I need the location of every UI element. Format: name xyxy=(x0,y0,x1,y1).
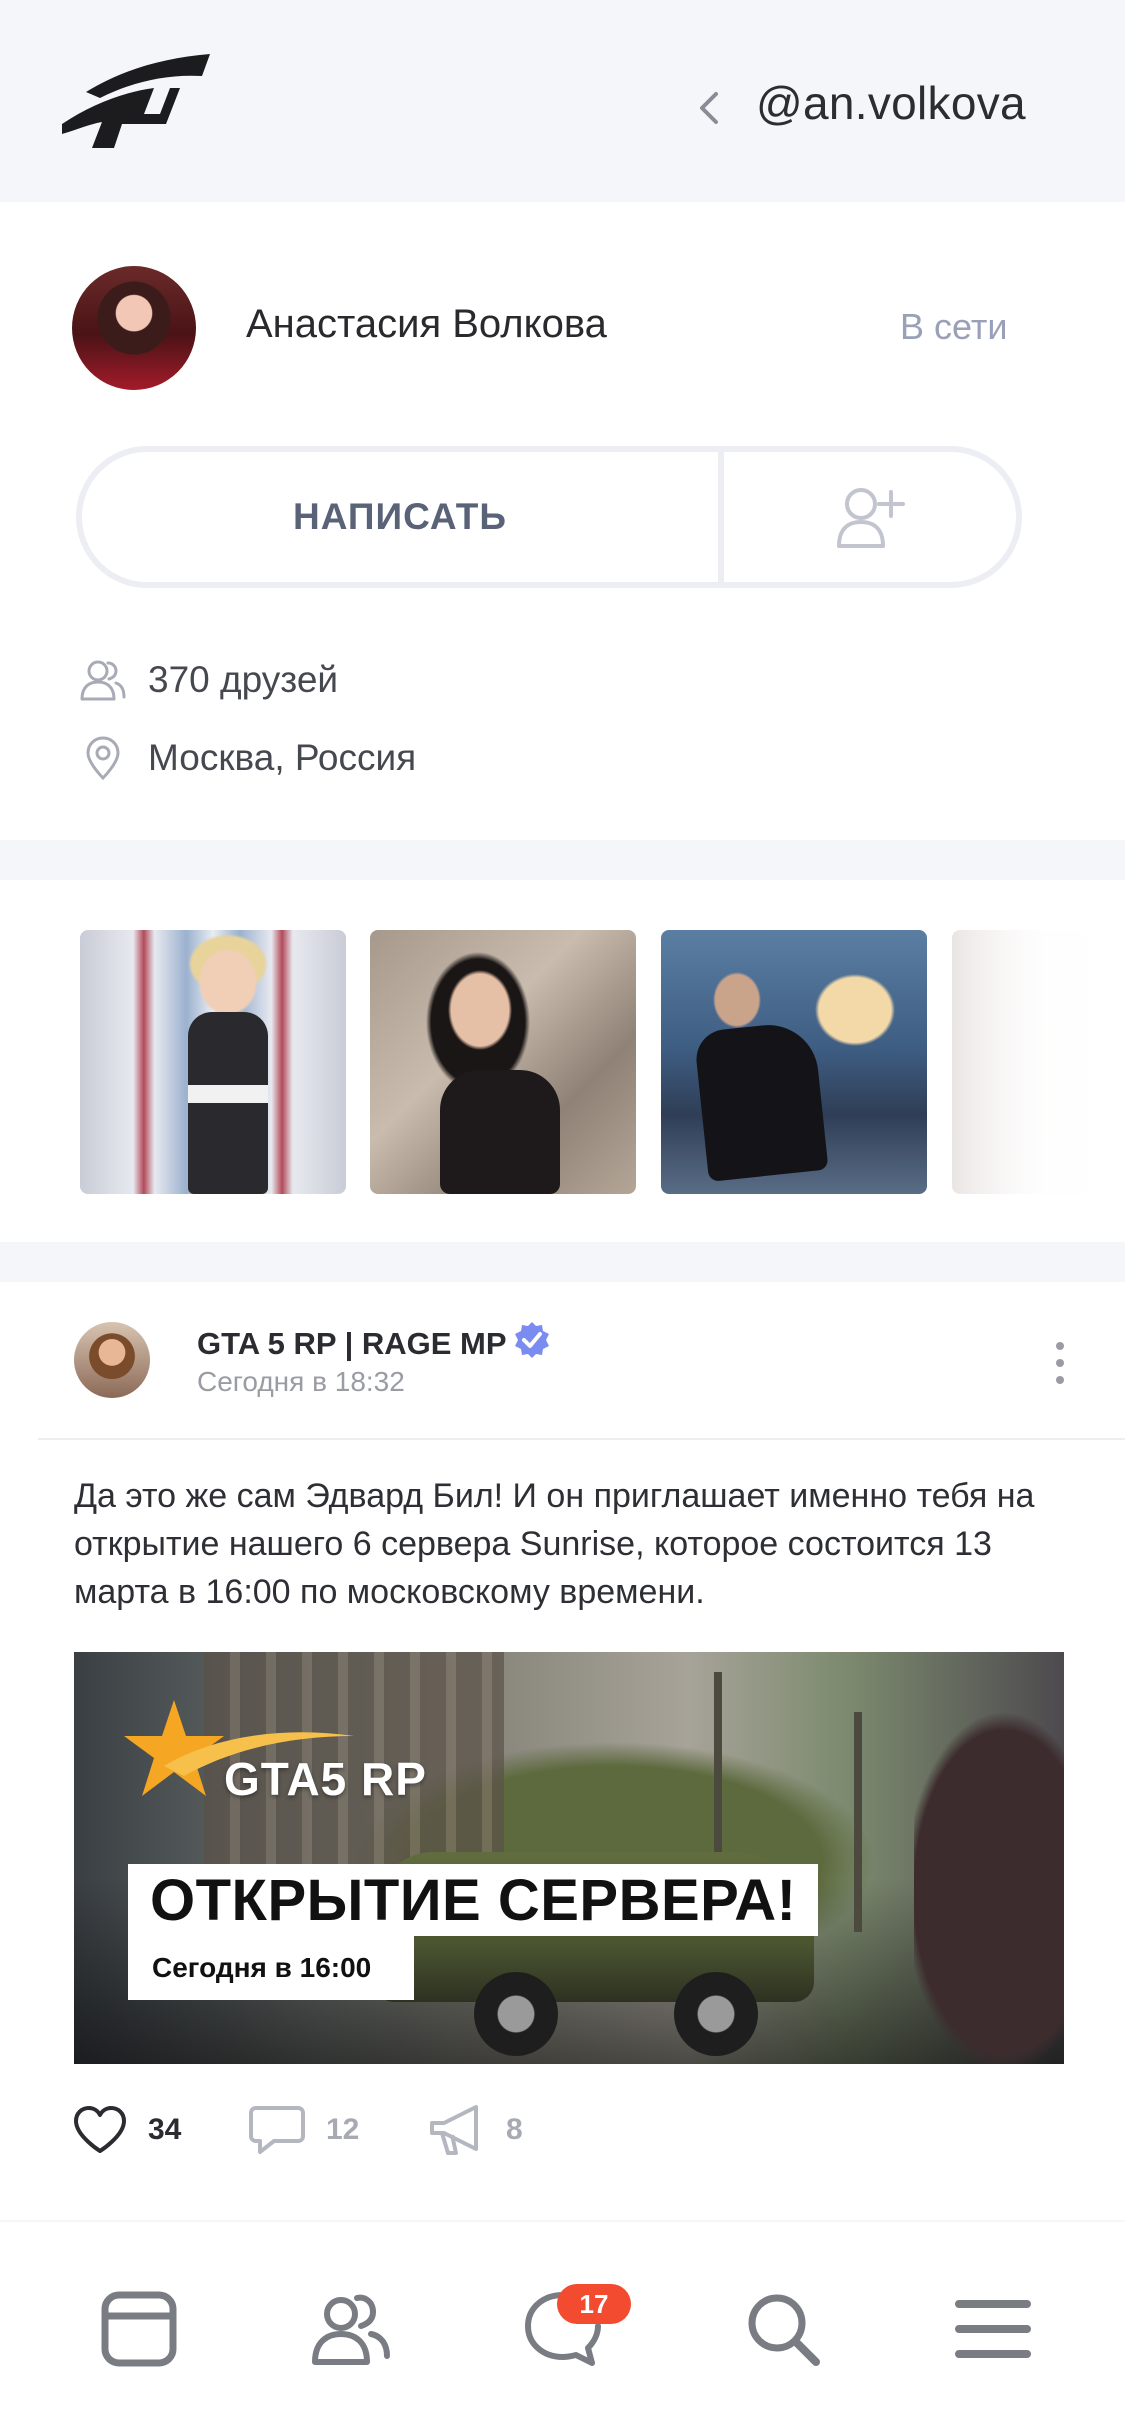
photos-fade-overlay xyxy=(940,880,1125,1242)
friends-tab-icon xyxy=(312,2294,390,2365)
bottom-tab-bar: 17 xyxy=(0,2222,1125,2436)
friends-count: 370 друзей xyxy=(148,659,339,700)
tab-friends[interactable] xyxy=(306,2284,396,2374)
write-message-button[interactable]: НАПИСАТЬ xyxy=(82,452,724,582)
app-header: @an.volkova xyxy=(0,0,1125,200)
profile-username: @an.volkova xyxy=(756,77,1026,129)
post-author[interactable]: GTA 5 RP | RAGE MP xyxy=(197,1326,507,1362)
location-row: Москва, Россия xyxy=(80,728,416,788)
avatar[interactable] xyxy=(72,266,196,390)
profile-name: Анастасия Волкова xyxy=(246,302,607,346)
megaphone-icon xyxy=(430,2105,478,2155)
photo-thumbnail[interactable] xyxy=(661,930,927,1194)
like-button[interactable]: 34 xyxy=(72,2098,181,2162)
share-button[interactable]: 8 xyxy=(428,2098,523,2162)
chevron-left-icon[interactable] xyxy=(696,90,722,126)
post-card: GTA 5 RP | RAGE MP Сегодня в 18:32 Да эт… xyxy=(0,1282,1125,2220)
brand-logo-icon[interactable] xyxy=(62,52,210,152)
shares-count: 8 xyxy=(506,2113,523,2146)
comments-count: 12 xyxy=(326,2113,360,2146)
post-author-avatar[interactable] xyxy=(74,1322,150,1398)
photo-thumbnail[interactable] xyxy=(370,930,636,1194)
menu-icon xyxy=(955,2300,1031,2358)
friends-icon xyxy=(80,660,126,701)
banner-subtitle: Сегодня в 16:00 xyxy=(128,1936,414,2000)
location-text: Москва, Россия xyxy=(148,737,417,778)
tab-menu[interactable] xyxy=(948,2284,1038,2374)
more-vertical-icon[interactable] xyxy=(1048,1338,1072,1388)
tab-search[interactable] xyxy=(738,2284,828,2374)
tab-feed[interactable] xyxy=(94,2284,184,2374)
post-text: Да это же сам Эдвард Бил! И он приглашае… xyxy=(74,1477,1035,1611)
banner-title: ОТКРЫТИЕ СЕРВЕРА! xyxy=(128,1864,819,1936)
photos-strip xyxy=(0,880,1125,1242)
messages-badge: 17 xyxy=(557,2284,631,2324)
likes-count: 34 xyxy=(148,2113,182,2146)
feed-icon xyxy=(101,2291,177,2367)
verified-badge-icon xyxy=(515,1322,549,1358)
location-pin-icon xyxy=(86,736,120,781)
comment-button[interactable]: 12 xyxy=(248,2098,359,2162)
add-friend-icon xyxy=(837,488,905,548)
comment-icon xyxy=(249,2106,305,2154)
friends-count-row[interactable]: 370 друзей xyxy=(80,650,338,710)
post-time: Сегодня в 18:32 xyxy=(197,1366,405,1397)
post-image[interactable]: GTA5 RP ОТКРЫТИЕ СЕРВЕРА! Сегодня в 16:0… xyxy=(74,1652,1064,2064)
online-status: В сети xyxy=(900,306,1008,347)
profile-card: Анастасия Волкова В сети НАПИСАТЬ 370 др… xyxy=(0,202,1125,840)
banner-logo-text: GTA5 RP xyxy=(224,1753,427,1805)
profile-actions: НАПИСАТЬ xyxy=(76,446,1022,588)
add-friend-button[interactable] xyxy=(724,452,1016,582)
heart-icon xyxy=(74,2106,126,2153)
divider xyxy=(38,1438,1125,1440)
search-icon xyxy=(748,2294,820,2366)
photo-thumbnail[interactable] xyxy=(80,930,346,1194)
